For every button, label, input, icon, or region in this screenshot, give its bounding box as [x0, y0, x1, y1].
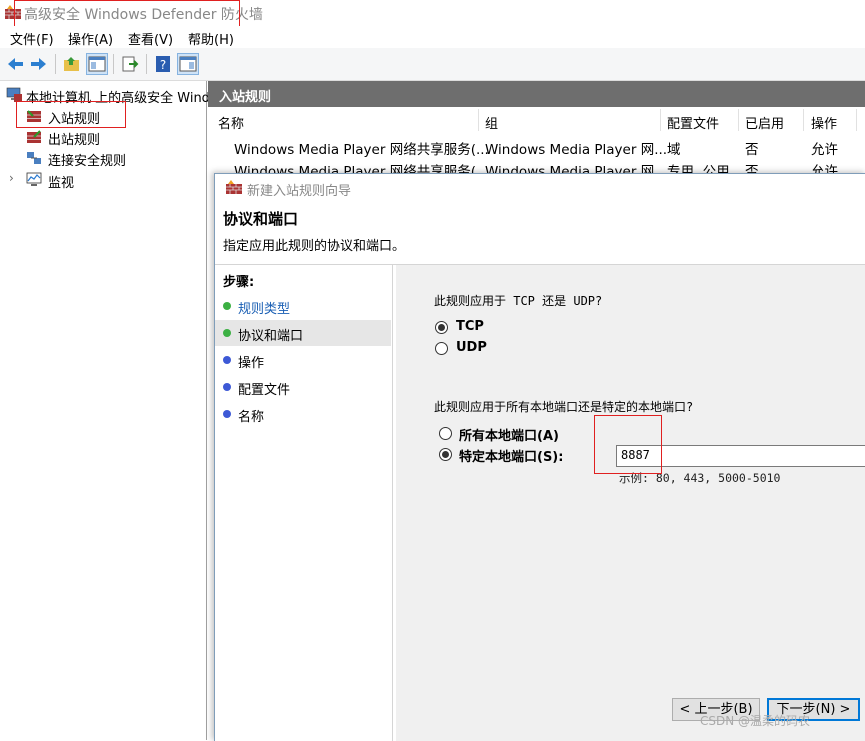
highlight-inbound-box: [16, 101, 126, 128]
toolbar-separator: [113, 54, 114, 74]
radio-udp-label[interactable]: UDP: [456, 340, 487, 355]
steps-title: 步骤:: [223, 275, 255, 290]
menu-action[interactable]: 操作(A): [68, 29, 113, 48]
toolbar-separator: [146, 54, 147, 74]
column-separator: [478, 109, 479, 131]
firewall-icon: [226, 180, 242, 194]
column-separator: [856, 109, 857, 131]
step-pending-icon: [223, 383, 231, 391]
export-list-button[interactable]: [119, 53, 141, 75]
column-separator: [738, 109, 739, 131]
export-icon: [122, 56, 139, 72]
step-profile: 配置文件: [215, 374, 391, 400]
radio-udp[interactable]: [435, 342, 448, 355]
menu-bar: 文件(F) 操作(A) 查看(V) 帮助(H): [0, 26, 865, 48]
tree-item-connection-security-rules[interactable]: 连接安全规则: [0, 148, 206, 169]
menu-view[interactable]: 查看(V): [128, 29, 173, 48]
cell-name: Windows Media Player 网络共享服务(...: [234, 142, 489, 158]
column-header-group[interactable]: 组: [485, 113, 498, 132]
tree-item-monitoring[interactable]: › 监视: [0, 170, 206, 191]
toolbar-separator: [55, 54, 56, 74]
radio-tcp-label[interactable]: TCP: [456, 319, 484, 334]
monitoring-icon: [26, 172, 42, 186]
wizard-content-pane: 此规则应用于 TCP 还是 UDP? TCP UDP 此规则应用于所有本地端口还…: [396, 265, 865, 741]
back-arrow-icon: [8, 58, 23, 70]
wizard-titlebar: 新建入站规则向导: [215, 174, 865, 200]
results-pane-title: 入站规则: [219, 90, 272, 105]
results-pane-header: 入站规则: [208, 81, 865, 107]
step-pending-icon: [223, 410, 231, 418]
toolbar: ?: [0, 48, 865, 81]
radio-all-ports[interactable]: [439, 427, 452, 440]
tree-item-label: 出站规则: [48, 133, 101, 148]
column-header-profile[interactable]: 配置文件: [667, 113, 719, 132]
watermark: CSDN @温柔的码农: [700, 714, 811, 728]
show-hide-tree-button[interactable]: [86, 53, 108, 75]
port-question: 此规则应用于所有本地端口还是特定的本地端口?: [434, 400, 694, 414]
column-header-name[interactable]: 名称: [218, 113, 244, 132]
step-label: 名称: [238, 410, 265, 425]
step-label: 规则类型: [238, 302, 291, 317]
highlight-port-box: [594, 415, 662, 474]
column-separator: [660, 109, 661, 131]
svg-text:?: ?: [160, 58, 166, 72]
radio-specific-ports[interactable]: [439, 448, 452, 461]
step-label: 操作: [238, 356, 265, 371]
console-tree-icon: [88, 56, 106, 72]
cell-group: Windows Media Player 网...: [485, 142, 668, 158]
up-folder-button[interactable]: [61, 53, 83, 75]
new-inbound-rule-wizard: 新建入站规则向导 协议和端口 指定应用此规则的协议和端口。 步骤: 规则类型 协…: [214, 173, 865, 741]
radio-tcp[interactable]: [435, 321, 448, 334]
help-button[interactable]: ?: [152, 53, 174, 75]
step-protocol-and-ports[interactable]: 协议和端口: [215, 320, 391, 346]
forward-button[interactable]: [28, 53, 50, 75]
connection-security-icon: [27, 152, 41, 164]
step-pending-icon: [223, 356, 231, 364]
tree-item-label: 监视: [48, 176, 75, 191]
show-hide-action-pane-button[interactable]: [177, 53, 199, 75]
forward-arrow-icon: [31, 58, 46, 70]
step-action: 操作: [215, 347, 391, 373]
step-label: 配置文件: [238, 383, 291, 398]
wizard-title: 新建入站规则向导: [247, 184, 352, 199]
step-name: 名称: [215, 401, 391, 427]
column-header-enabled[interactable]: 已启用: [745, 113, 784, 132]
cell-enabled: 否: [745, 142, 759, 158]
radio-all-ports-label[interactable]: 所有本地端口(A): [459, 425, 559, 444]
help-icon: ?: [156, 56, 170, 72]
step-rule-type[interactable]: 规则类型: [215, 293, 391, 319]
step-label: 协议和端口: [238, 329, 304, 344]
wizard-subheading: 指定应用此规则的协议和端口。: [223, 239, 406, 254]
column-header-action[interactable]: 操作: [811, 113, 837, 132]
step-current-icon: [223, 329, 231, 337]
folder-up-icon: [64, 57, 79, 71]
wizard-heading: 协议和端口: [223, 210, 299, 228]
tree-item-label: 连接安全规则: [48, 154, 127, 169]
step-complete-icon: [223, 302, 231, 310]
outbound-rules-icon: [27, 130, 41, 143]
console-tree: 本地计算机 上的高级安全 Windows Defender 入站规则 出站规则 …: [0, 81, 300, 740]
back-button[interactable]: [4, 53, 26, 75]
cell-profile: 域: [667, 142, 681, 158]
column-separator: [803, 109, 804, 131]
radio-specific-ports-label[interactable]: 特定本地端口(S):: [459, 446, 563, 465]
protocol-question: 此规则应用于 TCP 还是 UDP?: [434, 294, 603, 308]
tree-item-outbound-rules[interactable]: 出站规则: [0, 127, 206, 148]
action-pane-icon: [179, 56, 197, 72]
chevron-right-icon[interactable]: ›: [9, 171, 14, 185]
wizard-steps-pane: 步骤: 规则类型 协议和端口 操作 配置文件 名称: [215, 265, 393, 741]
table-row[interactable]: Windows Media Player 网络共享服务(... Windows …: [208, 136, 865, 158]
menu-help[interactable]: 帮助(H): [188, 29, 234, 48]
computer-firewall-icon: [6, 87, 22, 102]
cell-action: 允许: [811, 142, 838, 158]
menu-file[interactable]: 文件(F): [10, 29, 54, 48]
